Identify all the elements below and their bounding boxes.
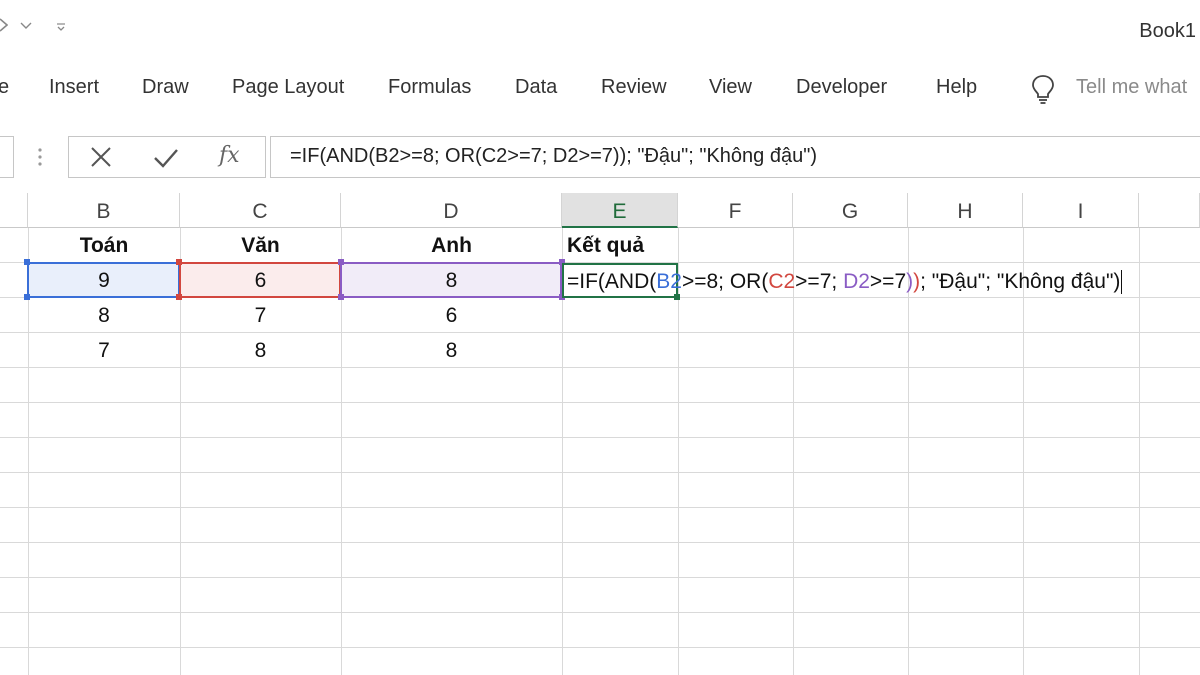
formula-part: =IF(AND( (567, 270, 657, 293)
tab-review[interactable]: Review (601, 76, 667, 99)
column-header-f[interactable]: F (678, 193, 793, 228)
grid-line (0, 472, 1200, 473)
formula-part: >=8; OR( (681, 270, 769, 293)
cell-d2[interactable]: 8 (341, 263, 562, 297)
cell-b4[interactable]: 7 (28, 333, 180, 367)
tab-insert[interactable]: Insert (49, 76, 99, 99)
cell-c4[interactable]: 8 (180, 333, 341, 367)
grid-line (0, 402, 1200, 403)
column-header-g[interactable]: G (793, 193, 908, 228)
cell-d3[interactable]: 6 (341, 298, 562, 332)
grid-line (0, 437, 1200, 438)
document-title: Book1 (1139, 20, 1196, 42)
tab-developer[interactable]: Developer (796, 76, 887, 99)
cell-b1[interactable]: Toán (28, 228, 180, 262)
formula-text: =IF(AND(B2>=8; OR(C2>=7; D2>=7)); "Đậu";… (290, 145, 817, 167)
cell-c3[interactable]: 7 (180, 298, 341, 332)
enter-check-icon[interactable] (153, 147, 179, 174)
grid-line (1139, 228, 1140, 675)
worksheet-grid[interactable]: B C D E F G H I J Toán Văn Anh Kết quả 9… (0, 193, 1200, 675)
tab-data[interactable]: Data (515, 76, 557, 99)
cell-edit-formula[interactable]: =IF(AND(B2>=8; OR(C2>=7; D2>=7)); "Đậu";… (567, 263, 1123, 298)
column-header-d[interactable]: D (341, 193, 562, 228)
cell-c2[interactable]: 6 (180, 263, 341, 297)
column-header-h[interactable]: H (908, 193, 1023, 228)
customize-qat-icon[interactable] (56, 20, 66, 36)
grid-line (0, 647, 1200, 648)
column-header-c[interactable]: C (180, 193, 341, 228)
cell-d4[interactable]: 8 (341, 333, 562, 367)
tab-draw[interactable]: Draw (142, 76, 189, 99)
grid-line (0, 542, 1200, 543)
chevron-down-icon[interactable] (20, 18, 32, 34)
column-header-e[interactable]: E (562, 193, 678, 228)
column-header-j[interactable]: J (1139, 193, 1200, 228)
redo-icon[interactable] (0, 18, 9, 35)
formula-ref-d2: D2 (843, 270, 870, 293)
cell-e1[interactable]: Kết quả (567, 228, 678, 262)
column-header-blank (0, 193, 28, 228)
formula-part: ; "Đậu"; "Không đậu") (920, 270, 1121, 293)
insert-function-fx-icon[interactable]: fx (219, 143, 240, 168)
name-box[interactable] (0, 136, 14, 178)
lightbulb-icon[interactable] (1030, 74, 1056, 109)
cell-d1[interactable]: Anh (341, 228, 562, 262)
formula-ref-b2: B2 (656, 270, 682, 293)
formula-part: >=7; (795, 270, 844, 293)
text-cursor (1121, 270, 1123, 295)
cancel-x-icon[interactable] (90, 146, 112, 173)
tab-help[interactable]: Help (936, 76, 977, 99)
formula-bar-grip-icon[interactable] (37, 147, 43, 172)
tab-view[interactable]: View (709, 76, 752, 99)
cell-c1[interactable]: Văn (180, 228, 341, 262)
formula-part: >=7 (869, 270, 907, 293)
tab-page-layout[interactable]: Page Layout (232, 76, 344, 99)
grid-line (0, 367, 1200, 368)
column-header-b[interactable]: B (28, 193, 180, 228)
formula-ref-c2: C2 (768, 270, 796, 293)
grid-line (0, 612, 1200, 613)
cell-b2[interactable]: 9 (28, 263, 180, 297)
tab-formulas[interactable]: Formulas (388, 76, 471, 99)
cell-b3[interactable]: 8 (28, 298, 180, 332)
grid-line (0, 507, 1200, 508)
tab-home[interactable]: e (0, 76, 9, 99)
grid-line (0, 577, 1200, 578)
tell-me-search[interactable]: Tell me what (1076, 76, 1187, 99)
column-header-i[interactable]: I (1023, 193, 1139, 228)
title-bar: Book1 (0, 0, 1200, 62)
